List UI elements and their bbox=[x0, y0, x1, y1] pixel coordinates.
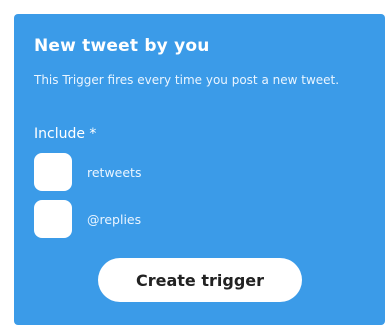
replies-checkbox[interactable] bbox=[34, 200, 72, 238]
trigger-card: New tweet by you This Trigger fires ever… bbox=[14, 14, 385, 325]
option-retweets[interactable]: retweets bbox=[34, 153, 141, 191]
trigger-description: This Trigger fires every time you post a… bbox=[34, 73, 340, 87]
create-trigger-button[interactable]: Create trigger bbox=[98, 258, 302, 302]
retweets-label: retweets bbox=[87, 164, 142, 180]
trigger-title: New tweet by you bbox=[34, 36, 210, 56]
include-label: Include * bbox=[34, 126, 97, 142]
retweets-checkbox[interactable] bbox=[34, 153, 72, 191]
option-replies[interactable]: @replies bbox=[34, 200, 141, 238]
replies-label: @replies bbox=[87, 211, 142, 227]
